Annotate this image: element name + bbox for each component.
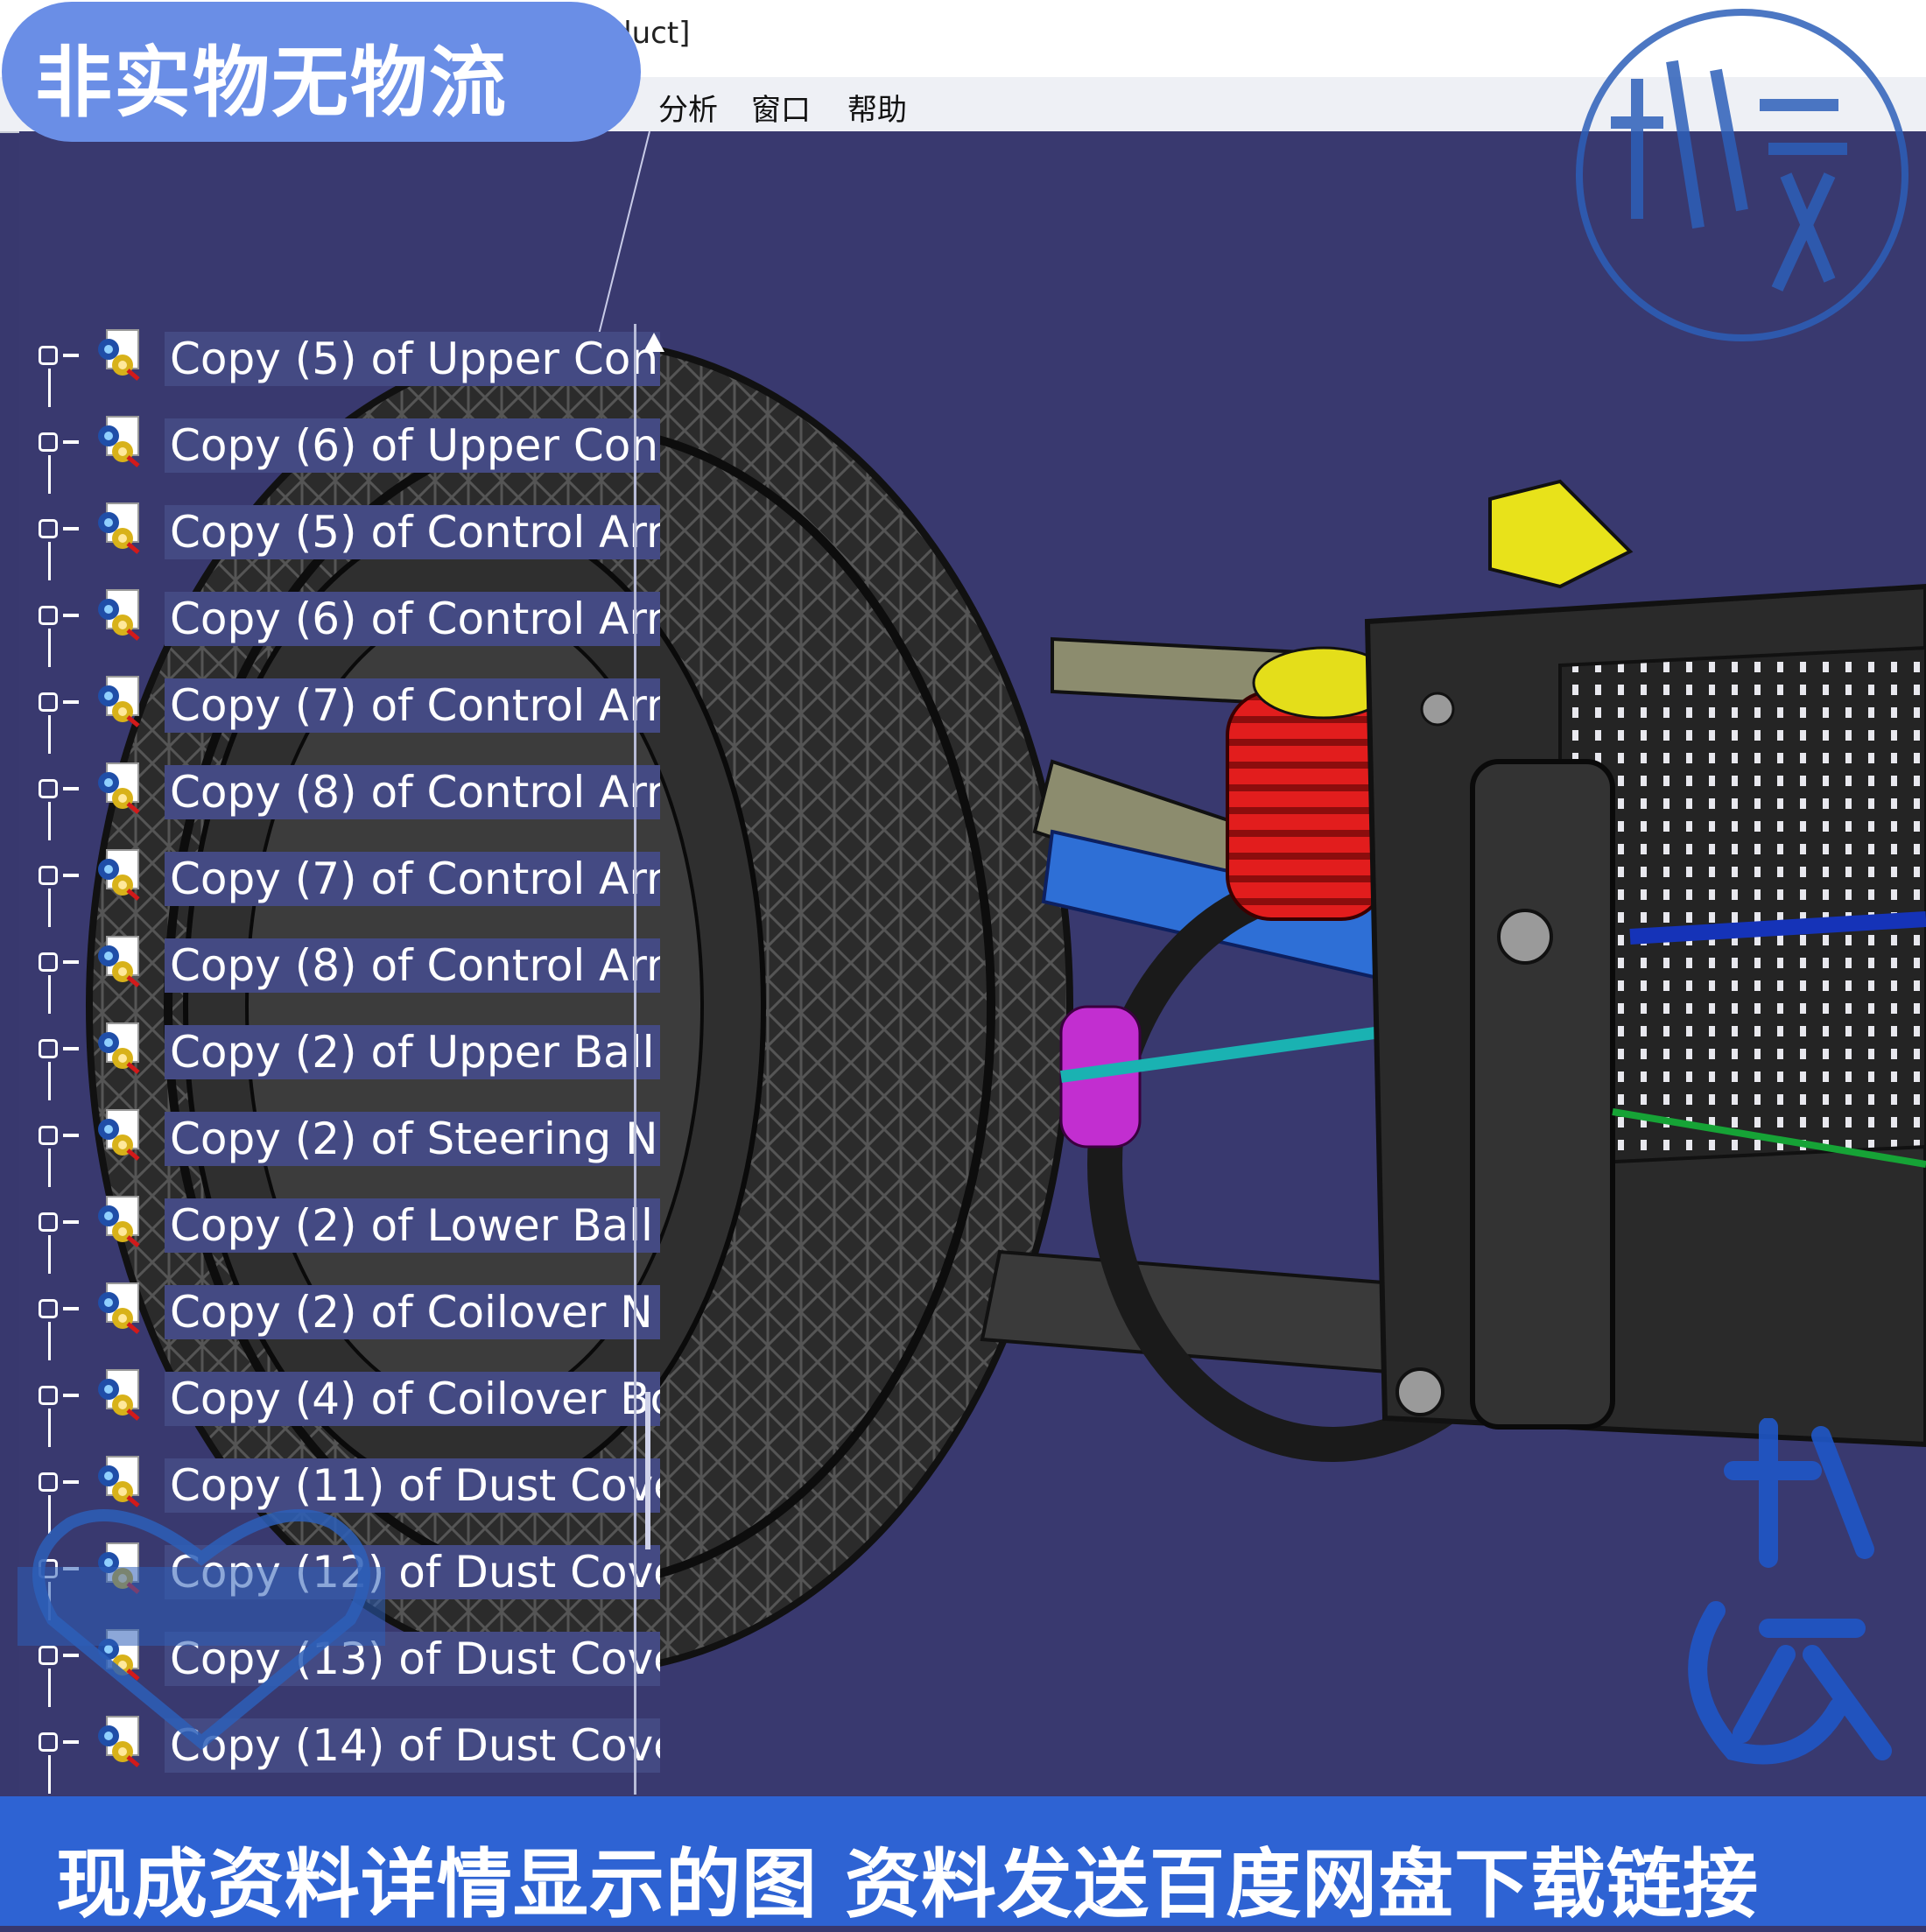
tree-node-label[interactable]: Copy (7) of Control Arr: [165, 852, 660, 906]
part-gear-icon: [98, 1196, 140, 1247]
watermark-logo-bottom-left: [18, 1509, 385, 1751]
tree-branch-line: [63, 1307, 79, 1310]
tree-node[interactable]: Copy (6) of Control Arr: [25, 578, 672, 667]
tree-node-connector[interactable]: [39, 346, 58, 365]
part-gear-icon: [98, 676, 140, 727]
tree-node-connector[interactable]: [39, 1212, 58, 1232]
tree-vertical-line: [48, 1235, 51, 1274]
tree-node-label[interactable]: Copy (2) of Coilover N: [165, 1285, 660, 1339]
no-physical-goods-badge: 非实物无物流: [2, 2, 641, 142]
tree-node-connector[interactable]: [39, 1126, 58, 1145]
tree-branch-line: [63, 440, 79, 444]
tree-node-label[interactable]: Copy (7) of Control Arr: [165, 678, 660, 733]
part-gear-icon: [98, 849, 140, 901]
tree-vertical-line: [48, 975, 51, 1014]
part-gear-icon: [98, 589, 140, 641]
tree-branch-line: [63, 1134, 79, 1137]
tree-node-connector[interactable]: [39, 432, 58, 452]
tree-node[interactable]: Copy (2) of Lower Ball: [25, 1184, 672, 1274]
tree-node-connector[interactable]: [39, 1386, 58, 1405]
tree-node[interactable]: Copy (5) of Upper Con: [25, 326, 672, 407]
tree-node[interactable]: Copy (2) of Steering N: [25, 1098, 672, 1187]
tree-node-connector[interactable]: [39, 1299, 58, 1318]
tree-vertical-line: [48, 1322, 51, 1360]
tree-node[interactable]: Copy (5) of Control Arr: [25, 491, 672, 580]
tree-vertical-line: [48, 889, 51, 927]
tree-node-label[interactable]: Copy (4) of Coilover Bo: [165, 1372, 660, 1426]
part-gear-icon: [98, 936, 140, 987]
tree-node-connector[interactable]: [39, 779, 58, 798]
tree-vertical-line: [48, 1755, 51, 1794]
tree-node-connector[interactable]: [39, 692, 58, 712]
tree-node-connector[interactable]: [39, 952, 58, 972]
tree-vertical-line: [48, 369, 51, 407]
watermark-logo-bottom-right: [1688, 1418, 1892, 1765]
tree-branch-line: [63, 527, 79, 530]
tree-node-label[interactable]: Copy (6) of Control Arr: [165, 592, 660, 646]
tree-node-label[interactable]: Copy (5) of Upper Con: [165, 332, 660, 386]
menu-item-window[interactable]: 窗口: [751, 86, 811, 129]
tree-node[interactable]: Copy (4) of Coilover Bo: [25, 1358, 672, 1447]
tree-branch-line: [63, 614, 79, 617]
part-gear-icon: [98, 416, 140, 467]
promo-footer: 现成资料详情显示的图 资料发送百度网盘下载链接: [0, 1796, 1926, 1928]
tree-branch-line: [63, 787, 79, 790]
watermark-logo-top-right: [1576, 9, 1908, 341]
badge-text: 非实物无物流: [35, 38, 509, 128]
tree-node-label[interactable]: Copy (5) of Control Arr: [165, 505, 660, 559]
tree-branch-line: [63, 1047, 79, 1050]
tree-node-connector[interactable]: [39, 1039, 58, 1058]
tree-node[interactable]: Copy (8) of Control Arr: [25, 924, 672, 1014]
tree-node-label[interactable]: Copy (8) of Control Arr: [165, 938, 660, 993]
part-gear-icon: [98, 329, 140, 381]
tree-branch-line: [63, 1394, 79, 1397]
tree-vertical-line: [48, 715, 51, 754]
tree-node[interactable]: Copy (6) of Upper Con: [25, 404, 672, 494]
tree-node-label[interactable]: Copy (2) of Steering N: [165, 1112, 660, 1166]
tree-scrollbar[interactable]: [634, 324, 671, 1795]
part-gear-icon: [98, 502, 140, 554]
tree-node-connector[interactable]: [39, 519, 58, 538]
tree-branch-line: [63, 960, 79, 964]
menu-item-help[interactable]: 帮助: [847, 86, 907, 129]
tree-node[interactable]: Copy (7) of Control Arr: [25, 838, 672, 927]
tree-vertical-line: [48, 542, 51, 580]
menu-item-analysis[interactable]: 分析: [658, 86, 718, 129]
tree-branch-line: [63, 354, 79, 357]
footer-text: 现成资料详情显示的图 资料发送百度网盘下载链接: [56, 1841, 1759, 1928]
tree-node-connector[interactable]: [39, 866, 58, 885]
scroll-up-arrow-icon[interactable]: [643, 333, 664, 352]
tree-vertical-line: [48, 1062, 51, 1100]
tree-vertical-line: [48, 802, 51, 840]
part-gear-icon: [98, 1369, 140, 1421]
part-gear-icon: [98, 762, 140, 814]
tree-branch-line: [63, 1480, 79, 1484]
part-gear-icon: [98, 1282, 140, 1334]
tree-node-label[interactable]: Copy (2) of Lower Ball: [165, 1198, 660, 1253]
tree-branch-line: [63, 1220, 79, 1224]
part-gear-icon: [98, 1109, 140, 1161]
tree-node-label[interactable]: Copy (2) of Upper Ball: [165, 1025, 660, 1079]
tree-node[interactable]: Copy (2) of Upper Ball: [25, 1011, 672, 1100]
tree-vertical-line: [48, 629, 51, 667]
tree-vertical-line: [48, 1149, 51, 1187]
tree-branch-line: [63, 700, 79, 704]
tree-node[interactable]: Copy (8) of Control Arr: [25, 751, 672, 840]
scroll-thumb[interactable]: [645, 1392, 650, 1549]
tree-vertical-line: [48, 1409, 51, 1447]
tree-node[interactable]: Copy (7) of Control Arr: [25, 664, 672, 754]
part-gear-icon: [98, 1022, 140, 1074]
tree-branch-line: [63, 874, 79, 877]
tree-vertical-line: [48, 455, 51, 494]
tree-node[interactable]: Copy (2) of Coilover N: [25, 1271, 672, 1360]
tree-node-label[interactable]: Copy (8) of Control Arr: [165, 765, 660, 819]
tree-node-label[interactable]: Copy (6) of Upper Con: [165, 418, 660, 473]
tree-node-connector[interactable]: [39, 606, 58, 625]
